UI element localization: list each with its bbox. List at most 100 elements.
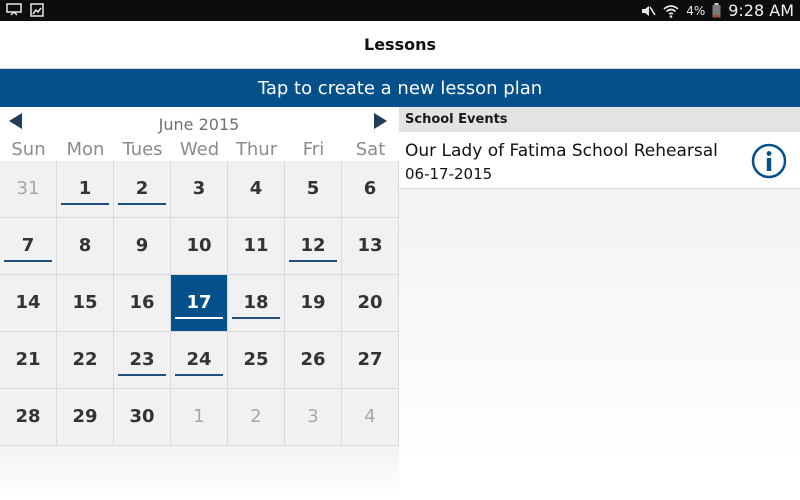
month-label: June 2015: [158, 115, 240, 134]
calendar-day[interactable]: 14: [0, 275, 57, 332]
lesson-indicator: [232, 317, 280, 319]
battery-icon: [712, 3, 721, 18]
calendar-day[interactable]: 12: [285, 218, 342, 275]
calendar-day[interactable]: 13: [342, 218, 399, 275]
events-panel: School Events Our Lady of Fatima School …: [399, 107, 800, 500]
status-bar: 4% 9:28 AM: [0, 0, 800, 21]
day-number: 22: [72, 349, 98, 370]
mute-icon: [642, 5, 656, 16]
day-number: 25: [243, 349, 269, 370]
calendar-day[interactable]: 3: [171, 161, 228, 218]
calendar-day[interactable]: 1: [57, 161, 114, 218]
calendar-day[interactable]: 21: [0, 332, 57, 389]
lesson-indicator: [289, 260, 337, 262]
day-number: 23: [129, 349, 155, 370]
event-list-item[interactable]: Our Lady of Fatima School Rehearsal 06-1…: [399, 132, 800, 189]
day-number: 16: [129, 292, 155, 313]
calendar-day[interactable]: 6: [342, 161, 399, 218]
calendar-day[interactable]: 2: [228, 389, 285, 446]
calendar-day[interactable]: 11: [228, 218, 285, 275]
day-number: 28: [15, 406, 41, 427]
day-number: 7: [21, 235, 35, 256]
calendar-day[interactable]: 9: [114, 218, 171, 275]
next-month-arrow-icon[interactable]: [370, 111, 390, 131]
calendar-footer-area: [0, 446, 399, 500]
day-number: 4: [364, 406, 376, 427]
create-lesson-plan-button[interactable]: Tap to create a new lesson plan: [0, 69, 800, 107]
day-number: 2: [250, 406, 262, 427]
app-header: Lessons: [0, 21, 800, 69]
battery-percent: 4%: [686, 3, 706, 18]
day-number: 11: [243, 235, 269, 256]
day-number: 15: [72, 292, 98, 313]
calendar-day[interactable]: 18: [228, 275, 285, 332]
calendar-day[interactable]: 16: [114, 275, 171, 332]
clock: 9:28 AM: [728, 1, 794, 20]
page-title: Lessons: [364, 35, 436, 54]
wifi-icon: [663, 4, 679, 18]
calendar-day-selected[interactable]: 17: [171, 275, 228, 332]
day-number: 1: [78, 178, 92, 199]
day-number: 30: [129, 406, 155, 427]
calendar-day[interactable]: 25: [228, 332, 285, 389]
lesson-indicator: [118, 374, 166, 376]
day-number: 31: [16, 178, 40, 199]
calendar-day[interactable]: 1: [171, 389, 228, 446]
day-number: 4: [249, 178, 263, 199]
calendar-day[interactable]: 8: [57, 218, 114, 275]
day-number: 8: [78, 235, 92, 256]
calendar-day[interactable]: 4: [228, 161, 285, 218]
event-title: Our Lady of Fatima School Rehearsal: [405, 141, 718, 161]
day-number: 26: [300, 349, 326, 370]
event-date: 06-17-2015: [405, 165, 493, 183]
day-number: 18: [243, 292, 269, 313]
day-number: 3: [307, 406, 319, 427]
calendar-day[interactable]: 22: [57, 332, 114, 389]
events-section-header: School Events: [399, 107, 800, 132]
calendar-day[interactable]: 15: [57, 275, 114, 332]
day-number: 27: [357, 349, 383, 370]
calendar-day[interactable]: 29: [57, 389, 114, 446]
day-number: 1: [193, 406, 205, 427]
events-section-title: School Events: [405, 112, 508, 127]
calendar-day[interactable]: 7: [0, 218, 57, 275]
calendar-day[interactable]: 10: [171, 218, 228, 275]
calendar-day[interactable]: 24: [171, 332, 228, 389]
info-icon[interactable]: [751, 143, 787, 179]
day-number: 20: [357, 292, 383, 313]
day-number: 29: [72, 406, 98, 427]
calendar-day[interactable]: 20: [342, 275, 399, 332]
calendar-header: June 2015: [0, 107, 398, 140]
calendar-day[interactable]: 5: [285, 161, 342, 218]
calendar-day[interactable]: 3: [285, 389, 342, 446]
day-number: 21: [15, 349, 41, 370]
calendar: June 2015 Sun Mon Tues Wed Thur Fri Sat …: [0, 107, 399, 446]
day-number: 13: [357, 235, 383, 256]
calendar-day[interactable]: 2: [114, 161, 171, 218]
day-number: 14: [15, 292, 41, 313]
day-number: 19: [300, 292, 326, 313]
day-number: 2: [135, 178, 149, 199]
lesson-indicator: [4, 260, 52, 262]
lesson-indicator: [175, 374, 223, 376]
gallery-icon: [30, 3, 44, 17]
day-number: 12: [300, 235, 326, 256]
day-number: 5: [306, 178, 320, 199]
calendar-day[interactable]: 31: [0, 161, 57, 218]
cast-icon: [6, 3, 22, 16]
calendar-day[interactable]: 26: [285, 332, 342, 389]
day-number: 17: [186, 292, 212, 313]
calendar-day[interactable]: 28: [0, 389, 57, 446]
lesson-indicator: [175, 317, 223, 319]
day-number: 9: [135, 235, 149, 256]
calendar-day[interactable]: 19: [285, 275, 342, 332]
lesson-indicator: [61, 203, 109, 205]
calendar-day[interactable]: 30: [114, 389, 171, 446]
lesson-indicator: [118, 203, 166, 205]
day-number: 24: [186, 349, 212, 370]
day-number: 3: [192, 178, 206, 199]
calendar-day[interactable]: 23: [114, 332, 171, 389]
calendar-day[interactable]: 27: [342, 332, 399, 389]
calendar-day[interactable]: 4: [342, 389, 399, 446]
day-number: 6: [363, 178, 377, 199]
